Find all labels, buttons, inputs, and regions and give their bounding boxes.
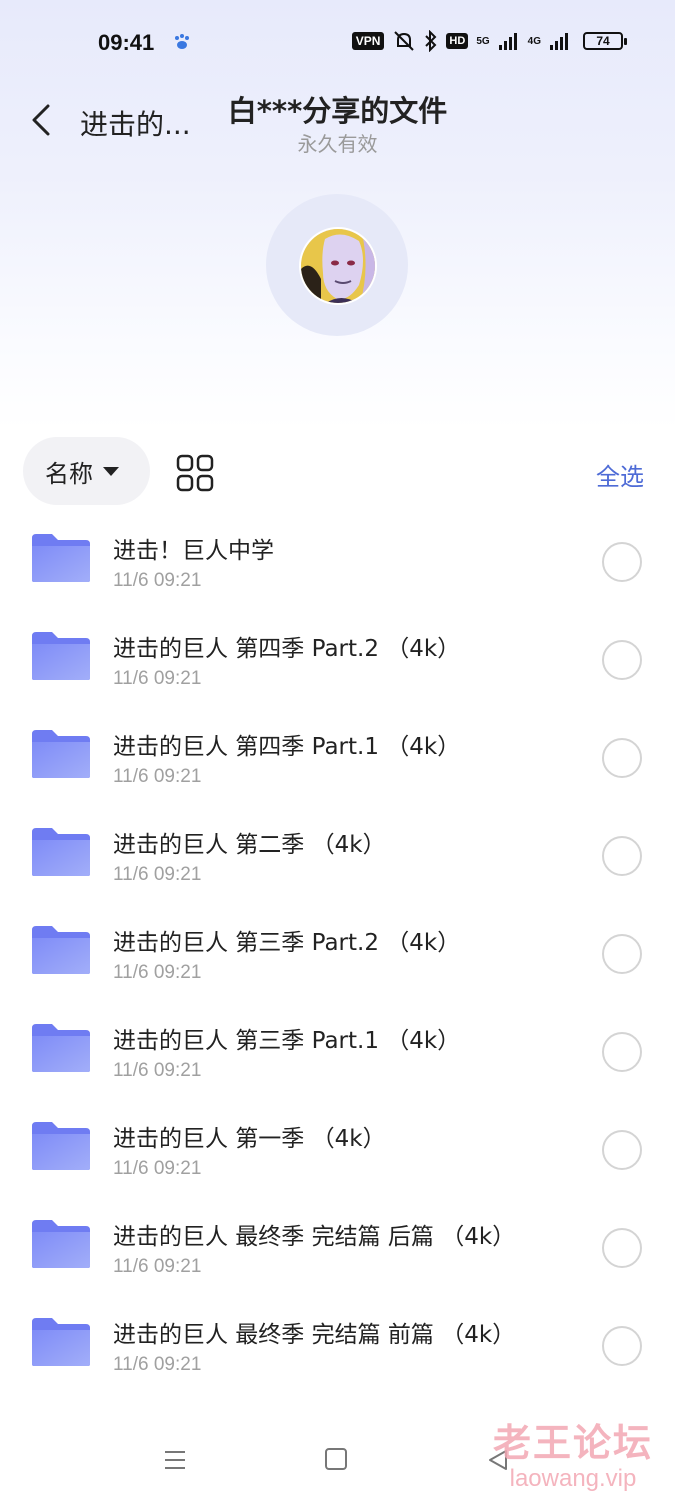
folder-icon [32, 828, 90, 876]
file-row[interactable]: 进击的巨人 第三季 Part.2 （4k） 11/6 09:21 [0, 904, 675, 1002]
select-checkbox[interactable] [602, 934, 642, 974]
file-date: 11/6 09:21 [113, 668, 202, 689]
net-5g-label: 5G [476, 35, 490, 47]
file-date: 11/6 09:21 [113, 864, 202, 885]
select-checkbox[interactable] [602, 1032, 642, 1072]
file-name: 进击！巨人中学 [113, 538, 274, 564]
select-all-button[interactable]: 全选 [596, 457, 644, 492]
file-row[interactable]: 进击的巨人 第三季 Part.1 （4k） 11/6 09:21 [0, 1002, 675, 1100]
file-name: 进击的巨人 第二季 （4k） [113, 832, 386, 858]
folder-icon [32, 632, 90, 680]
file-row[interactable]: 进击！巨人中学 11/6 09:21 [0, 512, 675, 610]
menu-icon[interactable] [163, 1448, 187, 1472]
folder-icon [32, 1024, 90, 1072]
file-row[interactable]: 进击的巨人 最终季 完结篇 后篇 （4k） 11/6 09:21 [0, 1198, 675, 1296]
page-title-text: 白***分享的文件 [227, 94, 448, 128]
file-date: 11/6 09:21 [113, 570, 202, 591]
status-icons: VPN HD 5G 4G 74 [351, 30, 627, 52]
caret-down-icon [103, 466, 119, 476]
watermark-en: laowang.vip [509, 1465, 637, 1492]
sort-dropdown[interactable]: 名称 [23, 437, 150, 505]
file-date: 11/6 09:21 [113, 1354, 202, 1375]
home-icon[interactable] [325, 1448, 347, 1470]
watermark: 老王论坛 laowang.vip [493, 1412, 653, 1493]
select-checkbox[interactable] [602, 1130, 642, 1170]
page-title: 白***分享的文件 [0, 88, 675, 130]
select-checkbox[interactable] [602, 738, 642, 778]
file-list: 进击！巨人中学 11/6 09:21 进击的巨人 第四季 Part.2 （4k）… [0, 512, 675, 1394]
file-name: 进击的巨人 第四季 Part.1 （4k） [113, 734, 461, 760]
bluetooth-icon [425, 30, 437, 52]
grid-view-icon[interactable] [176, 454, 214, 492]
page-subtitle: 永久有效 [297, 132, 378, 156]
folder-icon [32, 730, 90, 778]
folder-icon [32, 534, 90, 582]
file-row[interactable]: 进击的巨人 第一季 （4k） 11/6 09:21 [0, 1100, 675, 1198]
file-name: 进击的巨人 第三季 Part.2 （4k） [113, 930, 461, 956]
status-bar: 09:41 VPN HD 5G 4G 74 [0, 0, 675, 88]
file-name: 进击的巨人 第一季 （4k） [113, 1126, 386, 1152]
file-name: 进击的巨人 第四季 Part.2 （4k） [113, 636, 461, 662]
net-4g-label: 4G [527, 35, 541, 47]
folder-icon [32, 1318, 90, 1366]
file-row[interactable]: 进击的巨人 第四季 Part.2 （4k） 11/6 09:21 [0, 610, 675, 708]
folder-icon [32, 926, 90, 974]
battery-indicator: 74 [583, 32, 627, 50]
status-time: 09:41 [98, 30, 155, 55]
file-name: 进击的巨人 最终季 完结篇 前篇 （4k） [113, 1322, 516, 1348]
file-date: 11/6 09:21 [113, 962, 202, 983]
signal-icon [498, 33, 517, 50]
avatar[interactable] [299, 227, 377, 305]
select-checkbox[interactable] [602, 640, 642, 680]
file-date: 11/6 09:21 [113, 766, 202, 787]
hd-badge: HD [446, 33, 469, 49]
select-checkbox[interactable] [602, 1326, 642, 1366]
vpn-badge: VPN [351, 32, 385, 50]
select-checkbox[interactable] [602, 836, 642, 876]
file-row[interactable]: 进击的巨人 第二季 （4k） 11/6 09:21 [0, 806, 675, 904]
file-name: 进击的巨人 第三季 Part.1 （4k） [113, 1028, 461, 1054]
mute-icon [394, 31, 415, 51]
file-row[interactable]: 进击的巨人 第四季 Part.1 （4k） 11/6 09:21 [0, 708, 675, 806]
file-date: 11/6 09:21 [113, 1158, 202, 1179]
folder-icon [32, 1220, 90, 1268]
watermark-cn: 老王论坛 [492, 1421, 653, 1465]
file-row[interactable]: 进击的巨人 最终季 完结篇 前篇 （4k） 11/6 09:21 [0, 1296, 675, 1394]
sort-label: 名称 [45, 459, 93, 488]
select-checkbox[interactable] [602, 542, 642, 582]
file-name: 进击的巨人 最终季 完结篇 后篇 （4k） [113, 1224, 516, 1250]
paw-icon [175, 34, 189, 49]
folder-icon [32, 1122, 90, 1170]
file-date: 11/6 09:21 [113, 1256, 202, 1277]
file-date: 11/6 09:21 [113, 1060, 202, 1081]
select-checkbox[interactable] [602, 1228, 642, 1268]
signal-icon [550, 33, 568, 50]
